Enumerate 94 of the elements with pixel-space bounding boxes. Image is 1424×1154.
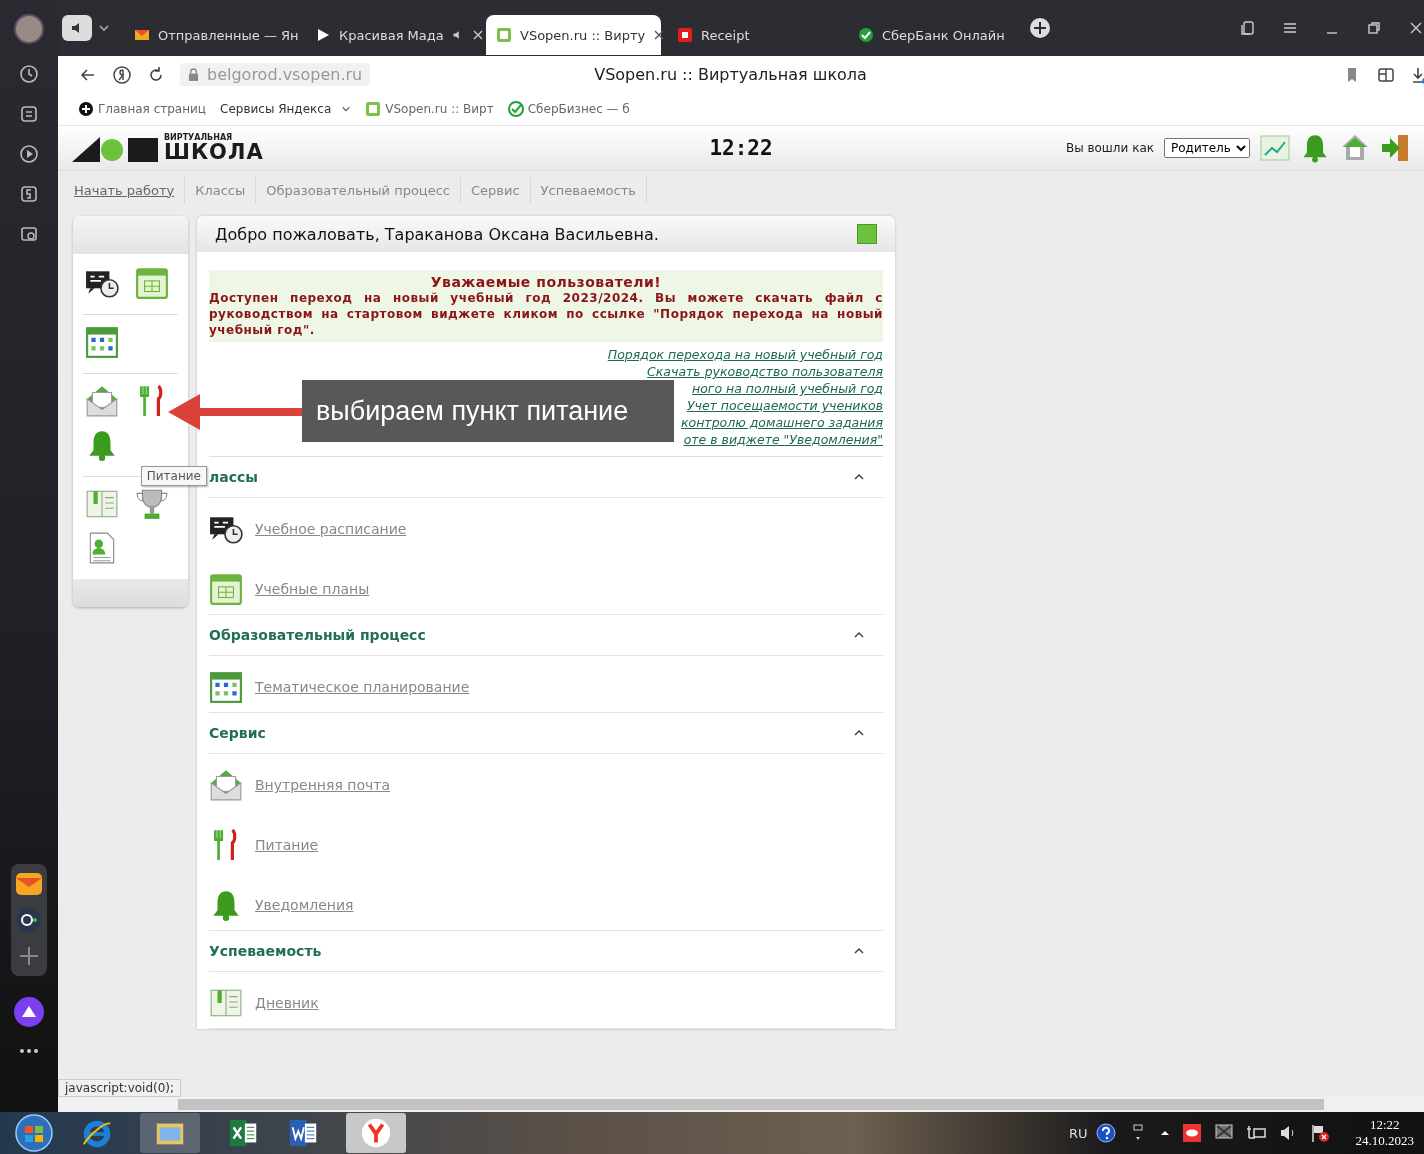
tooltip: Питание: [140, 466, 207, 486]
collapse-icon[interactable]: [853, 947, 865, 955]
menu-link[interactable]: Тематическое планирование: [255, 679, 470, 695]
receipt-icon: [677, 27, 693, 43]
collapse-icon[interactable]: [853, 631, 865, 639]
browser-tab[interactable]: VSopen.ru :: Вирту: [486, 15, 661, 55]
site-icon: [365, 101, 382, 117]
plus-circle-icon: [78, 101, 94, 117]
calendar-icon[interactable]: [209, 572, 243, 606]
exit-icon[interactable]: [1380, 133, 1410, 163]
browser-tab[interactable]: Отправленные — Ян: [124, 15, 299, 55]
planner-icon[interactable]: [85, 325, 119, 359]
role-select[interactable]: Родитель: [1164, 138, 1250, 158]
taskbar-date[interactable]: 24.10.2023: [1355, 1133, 1414, 1149]
taskbar-time[interactable]: 12:22: [1369, 1117, 1400, 1133]
language-indicator[interactable]: RU: [1068, 1125, 1088, 1141]
collapse-icon[interactable]: [853, 729, 865, 737]
welcome-heading: Добро пожаловать, Тараканова Оксана Васильевна.: [215, 224, 659, 244]
close-icon[interactable]: [1408, 20, 1424, 36]
notice-title: Уважаемые пользователи!: [429, 274, 663, 290]
trophy-icon[interactable]: [135, 487, 169, 521]
notice-text: Доступен переход на новый учебный год 2023/2024. Вы можете скачать файл с руководством на стартовом виджете кликом по ссылке "Порядок перехода на новый учебный год".: [209, 290, 883, 338]
new-tab-button[interactable]: [1029, 17, 1051, 39]
menu-link[interactable]: Дневник: [255, 995, 319, 1011]
info-link[interactable]: контролю домашнего задания: [681, 414, 883, 431]
media-icon[interactable]: [19, 144, 39, 164]
info-link[interactable]: Скачать руководство пользователя: [647, 363, 883, 380]
profile-avatar[interactable]: [14, 14, 44, 44]
close-icon[interactable]: [653, 29, 666, 41]
flag-icon[interactable]: [1309, 1123, 1330, 1143]
play-icon: [315, 27, 331, 43]
square-icon[interactable]: [19, 184, 39, 204]
menu-link[interactable]: Учебные планы: [255, 581, 370, 597]
circle-app-icon[interactable]: [15, 906, 43, 934]
close-icon[interactable]: [471, 29, 484, 41]
chevron-icon: [341, 104, 352, 114]
mail-app-icon[interactable]: [15, 870, 43, 898]
section-title[interactable]: Успеваемость: [209, 943, 322, 959]
eye-icon[interactable]: [1181, 1123, 1202, 1143]
chart-icon[interactable]: [1260, 133, 1290, 163]
browser-logo-icon: [359, 1116, 393, 1150]
status-text: javascript:void(0);: [58, 1079, 182, 1097]
help-icon[interactable]: [1095, 1123, 1116, 1143]
lock-icon: [188, 68, 199, 81]
more-icon[interactable]: [19, 1048, 39, 1054]
browser-tab[interactable]: СберБанк Онлайн: [848, 15, 1023, 55]
browser-button[interactable]: [346, 1113, 406, 1153]
horizontal-scrollbar[interactable]: [58, 1097, 1424, 1112]
start-button[interactable]: [14, 1113, 54, 1153]
mail-icon[interactable]: [85, 384, 119, 418]
dropdown-icon[interactable]: [98, 22, 110, 34]
house-icon[interactable]: [1340, 133, 1370, 163]
envelope-icon[interactable]: [209, 768, 243, 802]
bookmark-link[interactable]: VSopen.ru :: Вирт: [365, 101, 494, 117]
planner-icon[interactable]: [209, 670, 243, 704]
envelope-icon: [134, 27, 150, 43]
menu-link[interactable]: Внутренняя почта: [255, 777, 391, 793]
menu-icon[interactable]: [1282, 20, 1298, 36]
menu-link[interactable]: Питание: [255, 837, 319, 853]
login-label: Вы вошли как: [1065, 141, 1154, 155]
restore-icon[interactable]: [1366, 20, 1382, 36]
screenshot-icon[interactable]: [19, 224, 39, 244]
caret-icon[interactable]: [1159, 1128, 1170, 1138]
info-link[interactable]: ного на полный учебный год: [692, 380, 883, 397]
home-icon[interactable]: [112, 64, 132, 85]
browser-tab[interactable]: Красивая Мада: [305, 15, 480, 55]
section-title[interactable]: Сервис: [209, 725, 266, 741]
info-link[interactable]: оте в виджете "Уведомления": [683, 431, 883, 448]
clock-icon[interactable]: [19, 64, 39, 84]
browser-tab[interactable]: Receipt: [667, 15, 842, 55]
section-title[interactable]: Образовательный процесс: [209, 627, 426, 643]
site-icon: [496, 27, 512, 43]
annotation-callout: выбираем пункт питание: [302, 380, 674, 442]
check-circle-icon: [858, 27, 874, 43]
clock: 12:22: [709, 136, 773, 160]
folder-button[interactable]: [140, 1113, 200, 1153]
info-link[interactable]: Порядок перехода на новый учебный год: [607, 346, 883, 363]
notes-icon[interactable]: [19, 104, 39, 124]
menu-link[interactable]: Учебное расписание: [255, 521, 407, 537]
bookmark-link[interactable]: Главная страниц: [78, 101, 207, 117]
nav-tab[interactable]: Начать работу: [64, 176, 186, 204]
tabs-list-icon[interactable]: [1240, 20, 1256, 36]
collapse-icon[interactable]: [853, 473, 865, 481]
check-circle-icon: [507, 101, 524, 117]
section-title[interactable]: лассы: [209, 469, 258, 485]
school-logo[interactable]: ВИРТУАЛЬНАЯ ШКОЛА: [72, 133, 264, 163]
bookmark-link[interactable]: Сервисы Яндекса: [220, 102, 352, 116]
bookmark-link[interactable]: СберБизнес — б: [507, 101, 630, 117]
page-title: VSopen.ru :: Виртуальная школа: [593, 65, 868, 84]
tab-group-button[interactable]: [62, 15, 92, 41]
info-link[interactable]: Учет посещаемости учеников: [686, 397, 883, 414]
menu-link[interactable]: Уведомления: [255, 897, 354, 913]
calendar-icon[interactable]: [135, 266, 169, 300]
assistant-icon[interactable]: [13, 996, 45, 1028]
